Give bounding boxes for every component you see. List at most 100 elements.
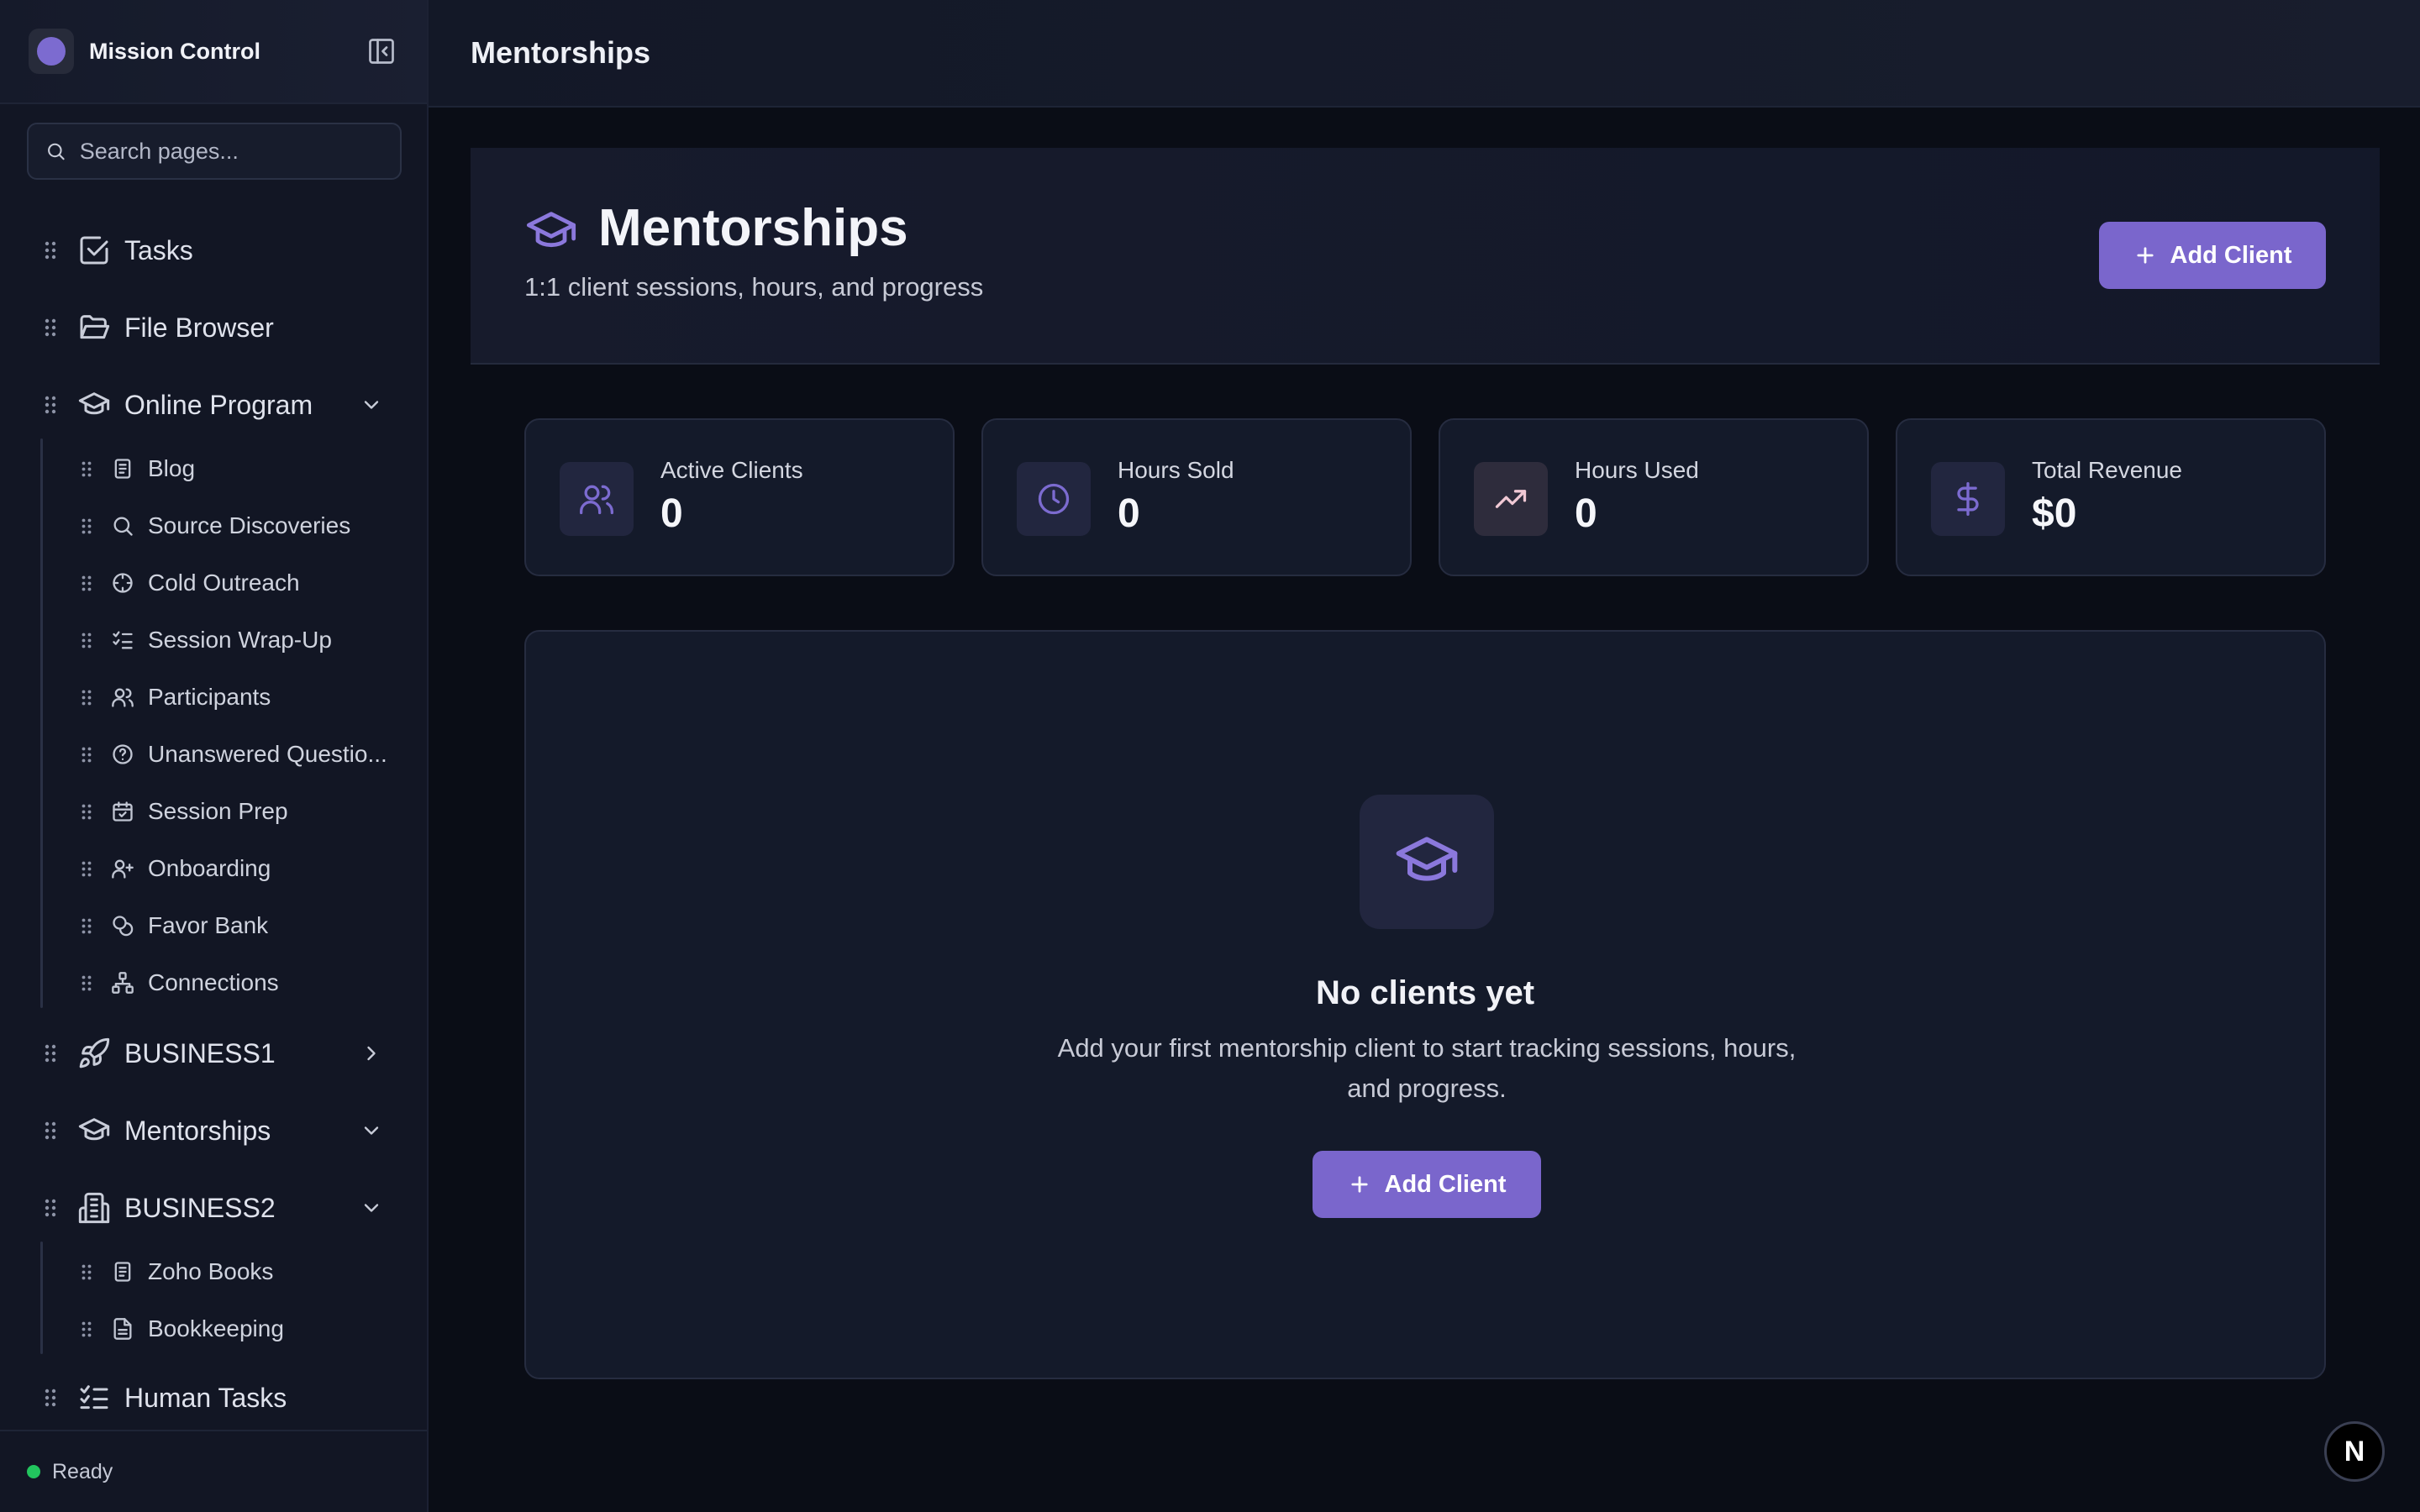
drag-handle-icon[interactable] xyxy=(81,575,92,592)
sidebar-item-business2[interactable]: BUSINESS2 xyxy=(0,1178,427,1238)
chevron-right-icon[interactable] xyxy=(360,1042,383,1065)
users-icon xyxy=(111,685,134,709)
drag-handle-icon[interactable] xyxy=(44,1043,57,1063)
drag-handle-icon[interactable] xyxy=(81,803,92,821)
stat-label: Hours Used xyxy=(1575,457,1699,483)
drag-handle-icon[interactable] xyxy=(81,689,92,706)
drag-handle-icon[interactable] xyxy=(81,860,92,878)
drag-handle-icon[interactable] xyxy=(44,318,57,338)
app-logo xyxy=(29,29,74,74)
drag-handle-icon[interactable] xyxy=(44,1121,57,1141)
square-check-icon xyxy=(77,234,111,267)
stat-card-active-clients: Active Clients 0 xyxy=(524,418,955,576)
drag-handle-icon[interactable] xyxy=(81,632,92,649)
add-client-button[interactable]: Add Client xyxy=(2099,222,2326,289)
stat-card-hours-used: Hours Used 0 xyxy=(1439,418,1869,576)
sidebar-item-label: Zoho Books xyxy=(148,1258,274,1284)
drag-handle-icon[interactable] xyxy=(81,1263,92,1281)
sidebar-item-onboarding[interactable]: Onboarding xyxy=(0,843,427,894)
file-spreadsheet-icon xyxy=(111,1317,134,1341)
drag-handle-icon[interactable] xyxy=(44,395,57,415)
sidebar-item-session-prep[interactable]: Session Prep xyxy=(0,786,427,837)
user-plus-icon xyxy=(111,857,134,880)
trending-up-icon xyxy=(1474,462,1548,536)
sidebar-item-connections[interactable]: Connections xyxy=(0,958,427,1008)
sidebar-item-bookkeeping[interactable]: Bookkeeping xyxy=(0,1304,427,1354)
sidebar-item-participants[interactable]: Participants xyxy=(0,672,427,722)
sidebar-item-favor-bank[interactable]: Favor Bank xyxy=(0,900,427,951)
graduation-cap-icon xyxy=(77,388,111,422)
stat-value: 0 xyxy=(1575,491,1597,536)
list-checks-icon xyxy=(111,628,134,652)
empty-add-client-button[interactable]: Add Client xyxy=(1313,1151,1541,1218)
calendar-check-icon xyxy=(111,800,134,823)
stat-value: 0 xyxy=(660,491,683,536)
help-circle-icon xyxy=(111,743,134,766)
chevron-down-icon[interactable] xyxy=(360,393,383,417)
sidebar-item-business1[interactable]: BUSINESS1 xyxy=(0,1023,427,1084)
network-icon xyxy=(111,971,134,995)
dev-tools-badge-label: N xyxy=(2344,1435,2365,1467)
empty-state-description: Add your first mentorship client to star… xyxy=(1057,1033,1797,1103)
drag-handle-icon[interactable] xyxy=(44,1388,57,1408)
search-box[interactable] xyxy=(27,123,402,180)
add-client-label: Add Client xyxy=(2170,241,2292,269)
rocket-icon xyxy=(77,1037,111,1070)
building-icon xyxy=(77,1191,111,1225)
drag-handle-icon[interactable] xyxy=(44,1198,57,1218)
status-indicator-icon xyxy=(27,1465,40,1478)
stat-label: Active Clients xyxy=(660,457,803,483)
drag-handle-icon[interactable] xyxy=(81,517,92,535)
chevron-down-icon[interactable] xyxy=(360,1119,383,1142)
drag-handle-icon[interactable] xyxy=(81,1320,92,1338)
sidebar-item-label: Source Discoveries xyxy=(148,512,351,538)
sidebar-item-label: Session Wrap-Up xyxy=(148,627,332,653)
stat-label: Hours Sold xyxy=(1118,457,1234,483)
panel-left-icon xyxy=(369,39,394,64)
sidebar-item-label: Cold Outreach xyxy=(148,570,300,596)
stat-card-total-revenue: Total Revenue $0 xyxy=(1896,418,2326,576)
collapse-sidebar-button[interactable] xyxy=(365,34,398,68)
sidebar-item-cold-outreach[interactable]: Cold Outreach xyxy=(0,558,427,608)
search-icon xyxy=(48,143,65,160)
sidebar-item-unanswered-questions[interactable]: Unanswered Questio... xyxy=(0,729,427,780)
sidebar-item-blog[interactable]: Blog xyxy=(0,444,427,494)
users-icon xyxy=(560,462,634,536)
sidebar-item-online-program[interactable]: Online Program xyxy=(0,375,427,435)
graduation-cap-icon xyxy=(524,205,578,259)
sidebar-item-label: Bookkeeping xyxy=(148,1315,284,1341)
sidebar-item-session-wrap-up[interactable]: Session Wrap-Up xyxy=(0,615,427,665)
section-subtitle: 1:1 client sessions, hours, and progress xyxy=(524,272,984,302)
notebook-icon xyxy=(111,457,134,480)
folder-open-icon xyxy=(77,311,111,344)
add-client-label: Add Client xyxy=(1384,1170,1507,1198)
empty-state-title: No clients yet xyxy=(1315,974,1535,1011)
sidebar-item-human-tasks[interactable]: Human Tasks xyxy=(0,1368,427,1428)
section-title: Mentorships xyxy=(598,199,908,257)
drag-handle-icon[interactable] xyxy=(81,917,92,935)
sidebar-item-mentorships[interactable]: Mentorships xyxy=(0,1100,427,1161)
sidebar-item-label: Tasks xyxy=(124,234,193,265)
sidebar-item-label: Online Program xyxy=(124,389,313,420)
drag-handle-icon[interactable] xyxy=(81,746,92,764)
search-input[interactable] xyxy=(79,138,383,165)
stat-card-hours-sold: Hours Sold 0 xyxy=(981,418,1412,576)
drag-handle-icon[interactable] xyxy=(44,240,57,260)
sidebar-item-label: Human Tasks xyxy=(124,1382,287,1413)
list-checks-icon xyxy=(77,1381,111,1415)
sidebar-item-tasks[interactable]: Tasks xyxy=(0,220,427,281)
chevron-down-icon[interactable] xyxy=(360,1196,383,1220)
empty-state: No clients yet Add your first mentorship… xyxy=(524,630,2326,1379)
sidebar-item-label: BUSINESS1 xyxy=(124,1037,276,1068)
sidebar-item-label: Mentorships xyxy=(124,1115,271,1146)
drag-handle-icon[interactable] xyxy=(81,974,92,992)
drag-handle-icon[interactable] xyxy=(81,460,92,478)
dev-tools-badge[interactable]: N xyxy=(2324,1421,2385,1482)
sidebar-item-source-discoveries[interactable]: Source Discoveries xyxy=(0,501,427,551)
sidebar-item-label: Blog xyxy=(148,455,196,481)
sidebar-item-zoho-books[interactable]: Zoho Books xyxy=(0,1247,427,1297)
stat-value: 0 xyxy=(1118,491,1140,536)
clock-icon xyxy=(1017,462,1091,536)
notebook-icon xyxy=(111,1260,134,1284)
sidebar-item-file-browser[interactable]: File Browser xyxy=(0,297,427,358)
